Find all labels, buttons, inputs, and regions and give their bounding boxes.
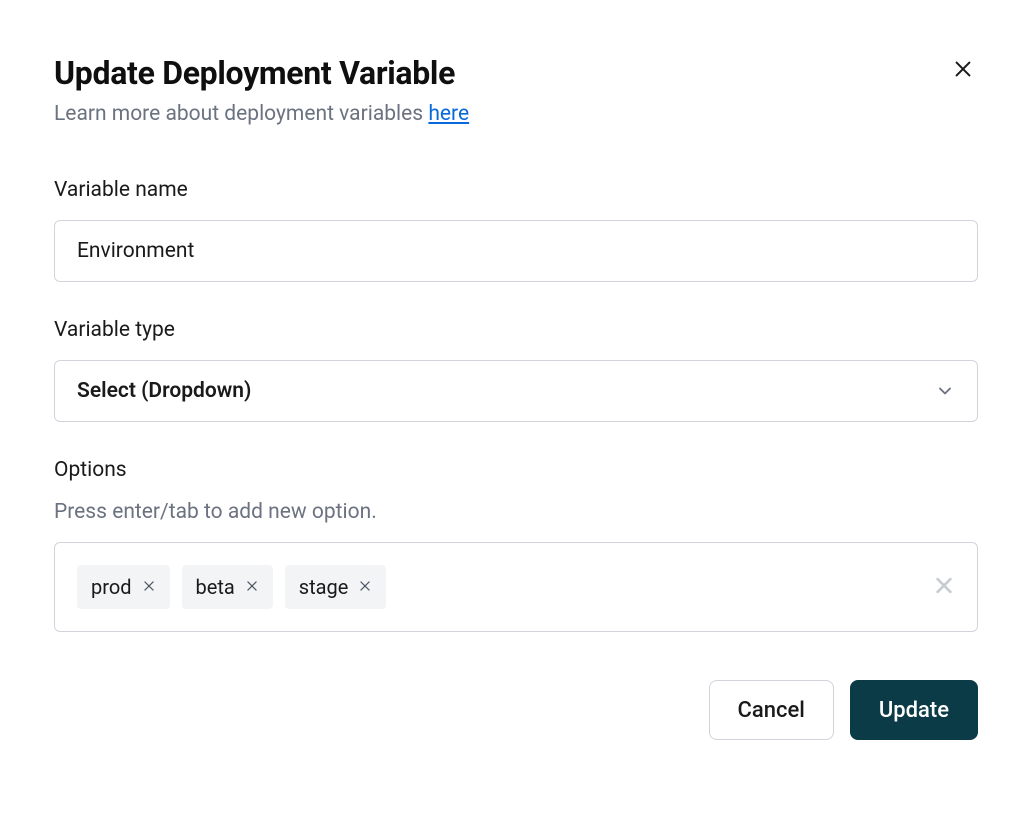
subtitle-text: Learn more about deployment variables — [54, 102, 428, 126]
option-tag-label: stage — [299, 575, 349, 599]
close-icon — [245, 579, 259, 596]
option-tag-label: prod — [91, 575, 132, 599]
dialog-subtitle: Learn more about deployment variables he… — [54, 102, 978, 126]
clear-all-button[interactable] — [933, 575, 955, 600]
remove-tag-button[interactable] — [358, 579, 372, 596]
option-tag: stage — [285, 565, 387, 609]
cancel-button[interactable]: Cancel — [709, 680, 834, 740]
chevron-down-icon — [935, 381, 955, 401]
close-icon — [952, 58, 974, 83]
learn-more-link[interactable]: here — [428, 102, 469, 126]
remove-tag-button[interactable] — [142, 579, 156, 596]
option-tag-label: beta — [196, 575, 235, 599]
close-icon — [933, 575, 955, 600]
options-tags-input[interactable]: prod beta stage — [54, 542, 978, 632]
close-icon — [142, 579, 156, 596]
remove-tag-button[interactable] — [245, 579, 259, 596]
option-tag: prod — [77, 565, 170, 609]
variable-name-label: Variable name — [54, 178, 978, 202]
dialog-title: Update Deployment Variable — [54, 54, 455, 92]
options-helper-text: Press enter/tab to add new option. — [54, 500, 978, 524]
variable-type-label: Variable type — [54, 318, 978, 342]
option-tag: beta — [182, 565, 273, 609]
close-icon — [358, 579, 372, 596]
variable-type-select[interactable]: Select (Dropdown) — [54, 360, 978, 422]
variable-name-input[interactable] — [54, 220, 978, 282]
close-button[interactable] — [948, 54, 978, 87]
variable-type-value: Select (Dropdown) — [77, 379, 251, 403]
update-button[interactable]: Update — [850, 680, 978, 740]
options-label: Options — [54, 458, 978, 482]
